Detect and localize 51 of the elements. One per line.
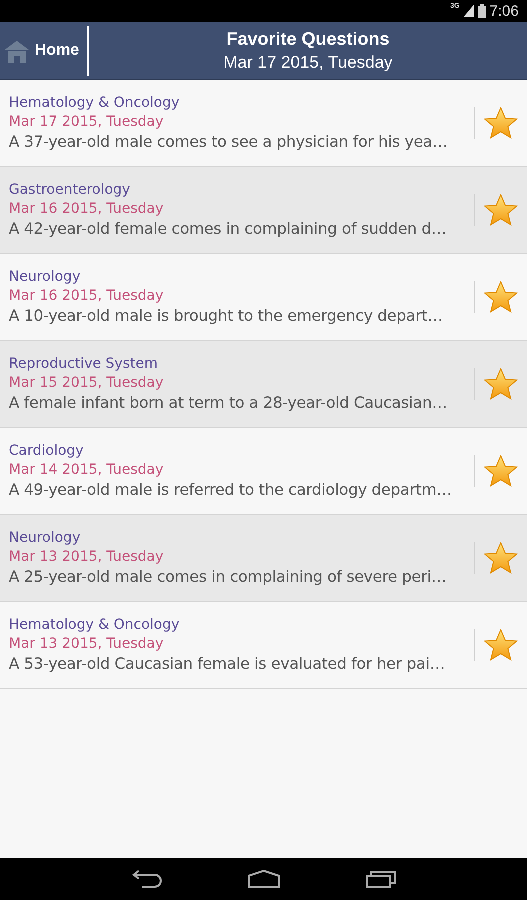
question-preview: A female infant born at term to a 28-year-old Caucasian… (9, 394, 448, 412)
category-label: Neurology (9, 269, 81, 285)
question-preview: A 25-year-old male comes in complaining of severe peri… (9, 568, 447, 586)
star-button[interactable] (484, 107, 518, 139)
question-date: Mar 15 2015, Tuesday (9, 375, 164, 391)
category-label: Hematology & Oncology (9, 95, 180, 111)
star-button[interactable] (484, 194, 518, 226)
recent-apps-button[interactable] (366, 870, 396, 888)
star-icon (484, 542, 518, 574)
home-nav-button[interactable] (248, 870, 280, 888)
home-button[interactable]: Home (0, 26, 90, 76)
question-date: Mar 17 2015, Tuesday (9, 114, 164, 130)
question-row[interactable]: Reproductive System Mar 15 2015, Tuesday A female infant born at term to a 28-year-old Caucasian… (0, 341, 527, 428)
star-icon (484, 629, 518, 661)
question-row[interactable]: Gastroenterology Mar 16 2015, Tuesday A 42-year-old female comes in complaining of sudden d… (0, 167, 527, 254)
question-date: Mar 13 2015, Tuesday (9, 549, 164, 565)
question-row[interactable]: Neurology Mar 13 2015, Tuesday A 25-year-old male comes in complaining of severe peri… (0, 515, 527, 602)
question-preview: A 37-year-old male comes to see a physician for his yea… (9, 133, 448, 151)
star-icon (484, 455, 518, 487)
question-date: Mar 16 2015, Tuesday (9, 288, 164, 304)
star-button[interactable] (484, 281, 518, 313)
battery-icon (478, 4, 486, 18)
back-button[interactable] (132, 870, 162, 888)
back-icon (132, 870, 162, 888)
star-button[interactable] (484, 368, 518, 400)
category-label: Neurology (9, 530, 81, 546)
clock-text: 7:06 (490, 2, 519, 20)
question-preview: A 42-year-old female comes in complaining of sudden d… (9, 220, 447, 238)
question-preview: A 49-year-old male is referred to the cardiology departm… (9, 481, 452, 499)
question-preview: A 10-year-old male is brought to the emergency depart… (9, 307, 443, 325)
question-preview: A 53-year-old Caucasian female is evaluated for her pai… (9, 655, 446, 673)
star-button[interactable] (484, 455, 518, 487)
signal-icon (464, 5, 474, 17)
category-label: Hematology & Oncology (9, 617, 180, 633)
star-icon (484, 368, 518, 400)
category-label: Reproductive System (9, 356, 158, 372)
recent-apps-icon (366, 870, 396, 888)
question-date: Mar 14 2015, Tuesday (9, 462, 164, 478)
screen-title: Favorite Questions (226, 28, 390, 50)
star-icon (484, 107, 518, 139)
category-label: Gastroenterology (9, 182, 130, 198)
star-icon (484, 281, 518, 313)
home-icon (248, 870, 280, 888)
star-button[interactable] (484, 542, 518, 574)
star-button[interactable] (484, 629, 518, 661)
star-icon (484, 194, 518, 226)
question-date: Mar 16 2015, Tuesday (9, 201, 164, 217)
category-label: Cardiology (9, 443, 84, 459)
question-date: Mar 13 2015, Tuesday (9, 636, 164, 652)
screen-subtitle: Mar 17 2015, Tuesday (224, 52, 393, 72)
home-icon (5, 38, 29, 62)
